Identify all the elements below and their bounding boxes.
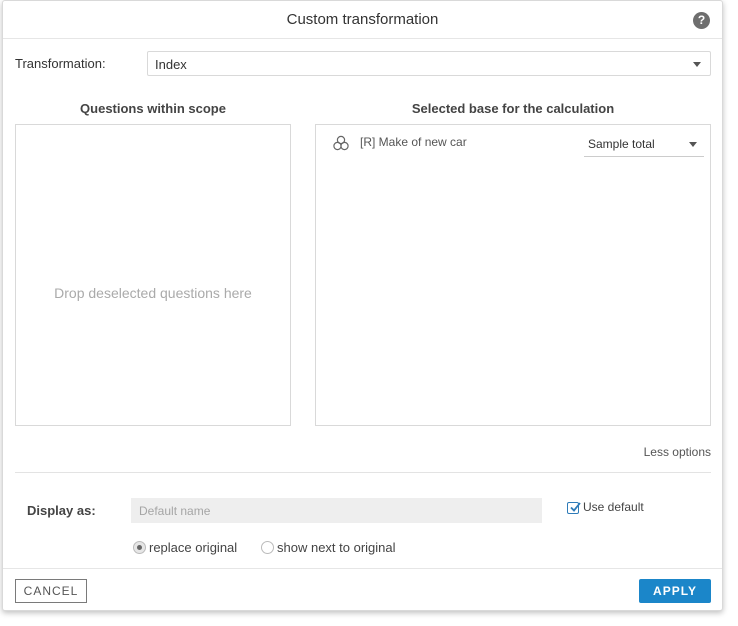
display-as-label: Display as: (27, 503, 96, 518)
less-options-link[interactable]: Less options (644, 445, 711, 459)
selected-base-heading: Selected base for the calculation (411, 101, 615, 116)
multi-response-icon (333, 135, 349, 151)
transformation-selected-value: Index (155, 57, 187, 72)
use-default-label: Use default (583, 500, 644, 514)
radio-label: show next to original (277, 540, 396, 555)
custom-transformation-dialog: Custom transformation ? Transformation: … (2, 0, 723, 611)
base-select[interactable]: Sample total (584, 133, 704, 157)
dialog-footer: CANCEL APPLY (3, 568, 722, 611)
help-icon[interactable]: ? (693, 12, 710, 29)
drop-hint: Drop deselected questions here (54, 285, 252, 301)
list-item[interactable]: [R] Make of new car Sample total (316, 125, 710, 159)
base-selected-value: Sample total (588, 137, 655, 151)
radio-label: replace original (149, 540, 238, 555)
chevron-down-icon (689, 142, 697, 147)
apply-button[interactable]: APPLY (639, 579, 711, 603)
transformation-select[interactable]: Index (147, 51, 711, 76)
checkbox-box[interactable] (567, 502, 581, 514)
questions-in-scope-heading: Questions within scope (80, 101, 226, 116)
checkmark-icon (570, 502, 581, 512)
selected-base-panel: [R] Make of new car Sample total (315, 124, 711, 426)
cancel-button[interactable]: CANCEL (15, 579, 87, 603)
chevron-down-icon (693, 62, 701, 67)
section-divider (15, 472, 711, 473)
radio-button[interactable] (261, 541, 274, 554)
radio-button[interactable] (133, 541, 146, 554)
display-name-input[interactable] (131, 498, 542, 523)
transformation-label: Transformation: (15, 56, 106, 71)
dialog-titlebar: Custom transformation ? (3, 1, 722, 39)
question-label: [R] Make of new car (360, 135, 467, 149)
questions-in-scope-dropzone[interactable]: Drop deselected questions here (15, 124, 291, 426)
dialog-title: Custom transformation (286, 11, 439, 28)
